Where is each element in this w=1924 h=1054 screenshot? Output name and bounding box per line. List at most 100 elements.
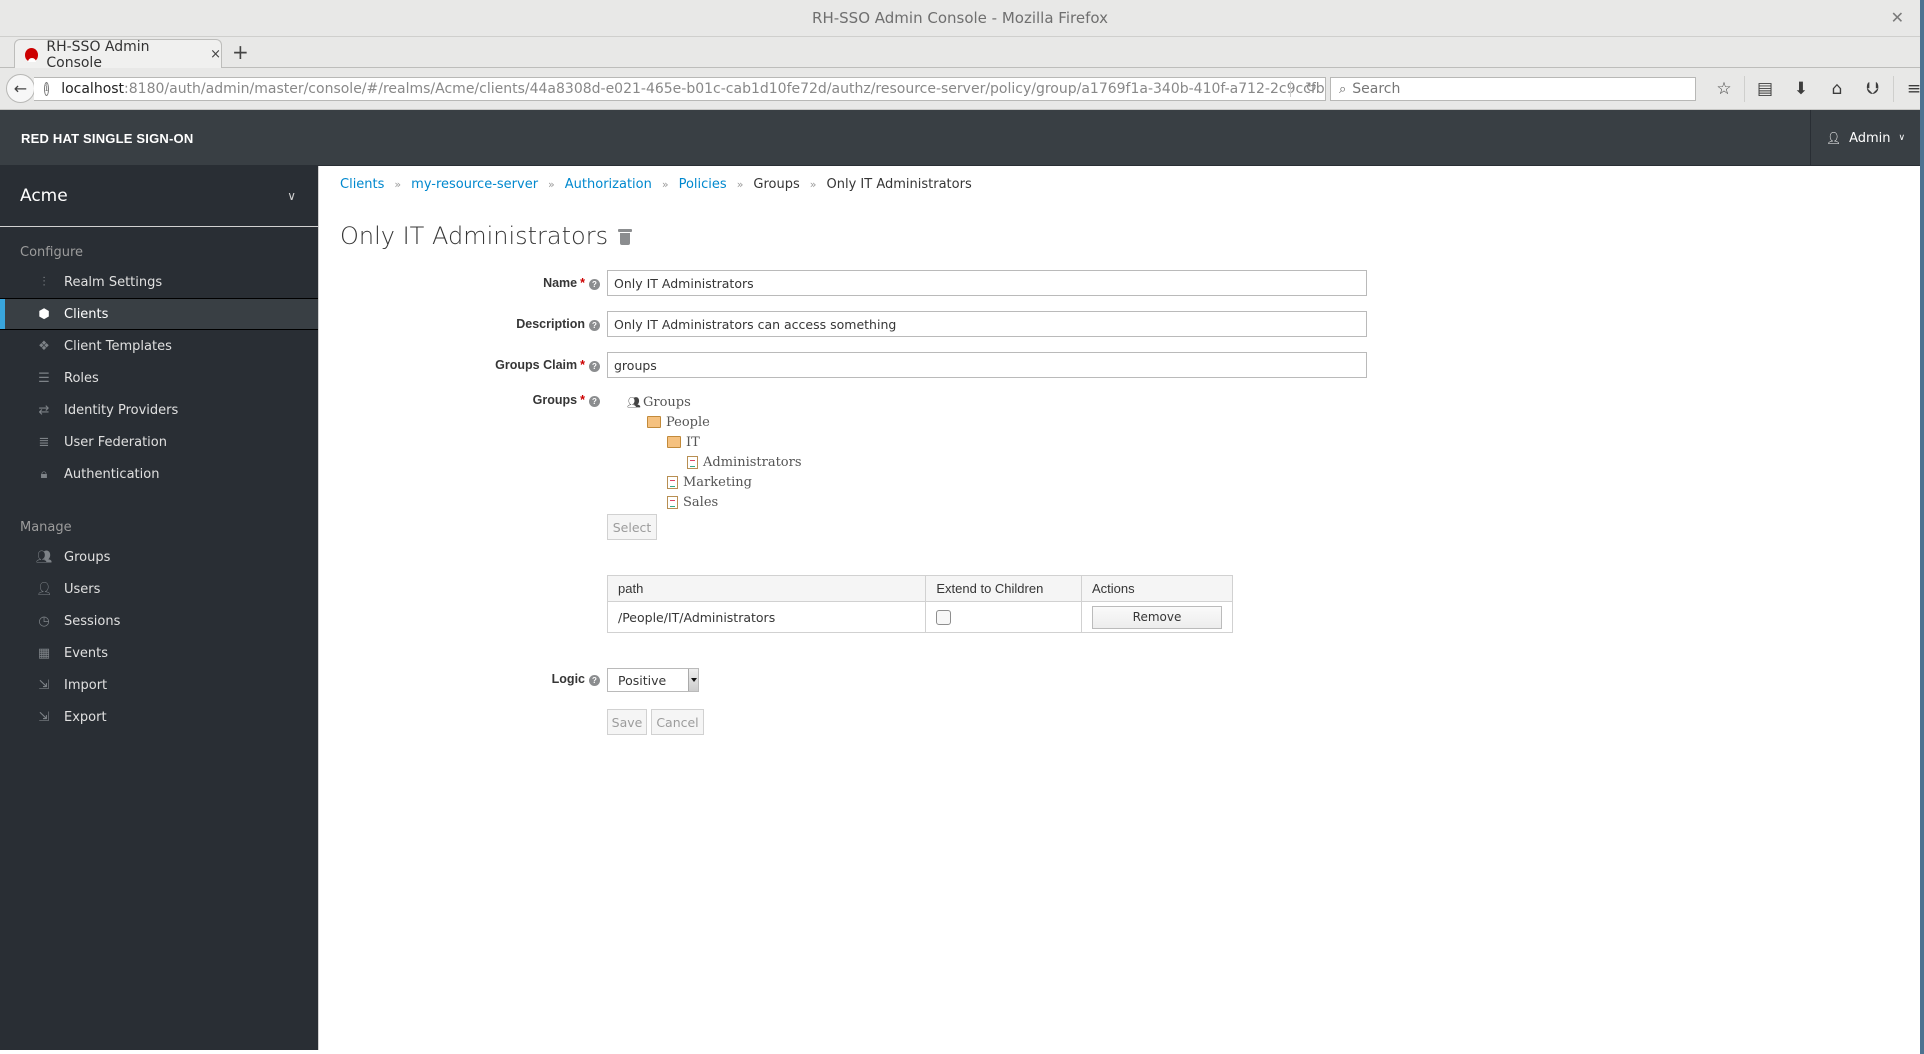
sidebar-item-authentication[interactable]: 🔒︎ Authentication bbox=[0, 458, 318, 490]
user-icon: 👤︎ bbox=[36, 581, 53, 597]
sidebar-item-label: Export bbox=[64, 709, 107, 725]
column-header-actions: Actions bbox=[1081, 575, 1233, 602]
group-tree: 👥︎ Groups People IT Administrators Marketing S… bbox=[627, 392, 802, 512]
tree-node-administrators[interactable]: Administrators bbox=[627, 452, 802, 472]
new-tab-button[interactable]: + bbox=[232, 40, 249, 64]
reload-separator bbox=[1290, 81, 1291, 97]
sidebar: Acme ∨ Configure ⫶ Realm Settings ⬢ Clients… bbox=[0, 166, 319, 1050]
roles-list-icon: ☰ bbox=[38, 370, 50, 386]
reload-icon[interactable]: ↻ bbox=[1305, 80, 1317, 96]
brand-logo[interactable]: RED HAT SINGLE SIGN-ON bbox=[21, 131, 193, 146]
help-icon[interactable]: ? bbox=[589, 396, 600, 407]
help-icon[interactable]: ? bbox=[589, 675, 600, 686]
realm-selector[interactable]: Acme ∨ bbox=[0, 166, 318, 227]
help-icon[interactable]: ? bbox=[589, 361, 600, 372]
chevron-down-icon: ∨ bbox=[287, 189, 296, 203]
url-bar[interactable]: i localhost:8180/auth/admin/master/conso… bbox=[34, 77, 1326, 101]
tab-strip: RH-SSO Admin Console × + bbox=[0, 37, 1920, 71]
site-info-icon[interactable]: i bbox=[44, 82, 50, 96]
tree-node-it[interactable]: IT bbox=[627, 432, 802, 452]
table-header-row: path Extend to Children Actions bbox=[606, 575, 1233, 602]
sidebar-item-identity-providers[interactable]: ⇄ Identity Providers bbox=[0, 394, 318, 426]
users-group-icon: 👥︎ bbox=[36, 549, 53, 565]
sidebar-item-events[interactable]: ▦ Events bbox=[0, 637, 318, 669]
window-close-button[interactable]: ✕ bbox=[1891, 8, 1904, 27]
groups-label: Groups *? bbox=[400, 393, 600, 407]
sidebar-item-label: User Federation bbox=[64, 434, 167, 450]
sidebar-item-sessions[interactable]: ◷ Sessions bbox=[0, 605, 318, 637]
help-icon[interactable]: ? bbox=[589, 320, 600, 331]
help-icon[interactable]: ? bbox=[589, 279, 600, 290]
tree-node-people[interactable]: People bbox=[627, 412, 802, 432]
save-button[interactable]: Save bbox=[607, 709, 647, 735]
manage-nav-list: 👥︎ Groups 👤︎ Users ◷ Sessions ▦ Events ⇲ Import ⇲ E… bbox=[0, 541, 318, 733]
remove-button[interactable]: Remove bbox=[1092, 605, 1222, 629]
menu-icon[interactable]: ≡ bbox=[1896, 79, 1920, 99]
exchange-icon: ⇄ bbox=[38, 402, 50, 418]
logic-select[interactable]: Positive bbox=[607, 668, 699, 692]
back-button[interactable]: ← bbox=[6, 74, 35, 103]
extend-to-children-checkbox[interactable] bbox=[936, 610, 952, 625]
sidebar-item-user-federation[interactable]: ≣ User Federation bbox=[0, 426, 318, 458]
cancel-button[interactable]: Cancel bbox=[651, 709, 704, 735]
breadcrumb-item-policies[interactable]: Policies bbox=[679, 177, 727, 192]
database-icon: ≣ bbox=[38, 434, 50, 450]
groups-icon: 👥︎ bbox=[627, 395, 641, 409]
browser-tab[interactable]: RH-SSO Admin Console × bbox=[14, 38, 222, 71]
tree-node-label: People bbox=[666, 414, 710, 430]
tree-node-label: Sales bbox=[683, 494, 719, 510]
column-header-extend: Extend to Children bbox=[925, 575, 1082, 602]
search-placeholder: Search bbox=[1352, 81, 1401, 97]
required-marker: * bbox=[580, 393, 585, 407]
sidebar-item-label: Sessions bbox=[64, 613, 121, 629]
user-menu[interactable]: 👤︎ Admin ∨ bbox=[1810, 110, 1920, 166]
downloads-icon[interactable]: ⬇ bbox=[1783, 79, 1819, 99]
groups-claim-input[interactable]: groups bbox=[607, 352, 1367, 378]
sidebar-item-clients[interactable]: ⬢ Clients bbox=[0, 298, 318, 330]
pocket-icon[interactable]: ⮋ bbox=[1855, 79, 1891, 99]
breadcrumb-item-authorization[interactable]: Authorization bbox=[565, 177, 652, 192]
sidebar-item-groups[interactable]: 👥︎ Groups bbox=[0, 541, 318, 573]
toolbar-divider bbox=[1744, 76, 1745, 102]
search-bar[interactable]: ⌕ Search bbox=[1330, 77, 1696, 101]
user-icon: 👤︎ bbox=[1825, 131, 1842, 145]
description-input[interactable]: Only IT Administrators can access someth… bbox=[607, 311, 1367, 337]
tree-node-sales[interactable]: Sales bbox=[627, 492, 802, 512]
cube-icon: ⬢ bbox=[38, 306, 50, 322]
breadcrumb-item-clients[interactable]: Clients bbox=[340, 177, 384, 192]
sidebar-item-label: Realm Settings bbox=[64, 274, 163, 290]
tree-node-groups[interactable]: 👥︎ Groups bbox=[627, 392, 802, 412]
actions-cell: Remove bbox=[1081, 601, 1233, 633]
user-name: Admin bbox=[1849, 130, 1891, 146]
sidebar-item-users[interactable]: 👤︎ Users bbox=[0, 573, 318, 605]
bookmark-star-icon[interactable]: ☆ bbox=[1706, 79, 1742, 99]
select-button[interactable]: Select bbox=[607, 514, 657, 540]
sidebar-item-import[interactable]: ⇲ Import bbox=[0, 669, 318, 701]
tree-node-marketing[interactable]: Marketing bbox=[627, 472, 802, 492]
tab-title: RH-SSO Admin Console bbox=[46, 38, 150, 71]
window-title: RH-SSO Admin Console - Mozilla Firefox bbox=[812, 9, 1108, 27]
sidebar-item-client-templates[interactable]: ❖ Client Templates bbox=[0, 330, 318, 362]
sidebar-item-roles[interactable]: ☰ Roles bbox=[0, 362, 318, 394]
breadcrumb-item-my-resource-server[interactable]: my-resource-server bbox=[411, 177, 538, 192]
url-host: localhost bbox=[61, 81, 125, 97]
reading-list-icon[interactable]: ▤ bbox=[1747, 79, 1783, 99]
toolbar-icons: ☆ ▤ ⬇ ⌂ ⮋ ≡ bbox=[1706, 76, 1920, 102]
clock-icon: ◷ bbox=[38, 613, 50, 629]
breadcrumb-separator: » bbox=[548, 178, 555, 191]
chevron-down-icon: ∨ bbox=[1898, 133, 1906, 143]
sidebar-item-export[interactable]: ⇲ Export bbox=[0, 701, 318, 733]
back-arrow-icon: ← bbox=[13, 79, 28, 98]
home-icon[interactable]: ⌂ bbox=[1819, 79, 1855, 99]
name-input[interactable]: Only IT Administrators bbox=[607, 270, 1367, 296]
group-file-icon bbox=[667, 475, 678, 489]
sidebar-item-realm-settings[interactable]: ⫶ Realm Settings bbox=[0, 266, 318, 298]
delete-trash-icon[interactable] bbox=[618, 227, 633, 245]
navigation-toolbar: ← i localhost:8180/auth/admin/master/con… bbox=[0, 68, 1920, 110]
realm-name: Acme bbox=[20, 186, 68, 206]
sidebar-item-label: Clients bbox=[64, 306, 109, 322]
group-file-icon bbox=[687, 455, 698, 469]
tab-close-button[interactable]: × bbox=[210, 47, 221, 62]
breadcrumb-separator: » bbox=[661, 178, 669, 191]
sidebar-item-label: Authentication bbox=[64, 466, 160, 482]
